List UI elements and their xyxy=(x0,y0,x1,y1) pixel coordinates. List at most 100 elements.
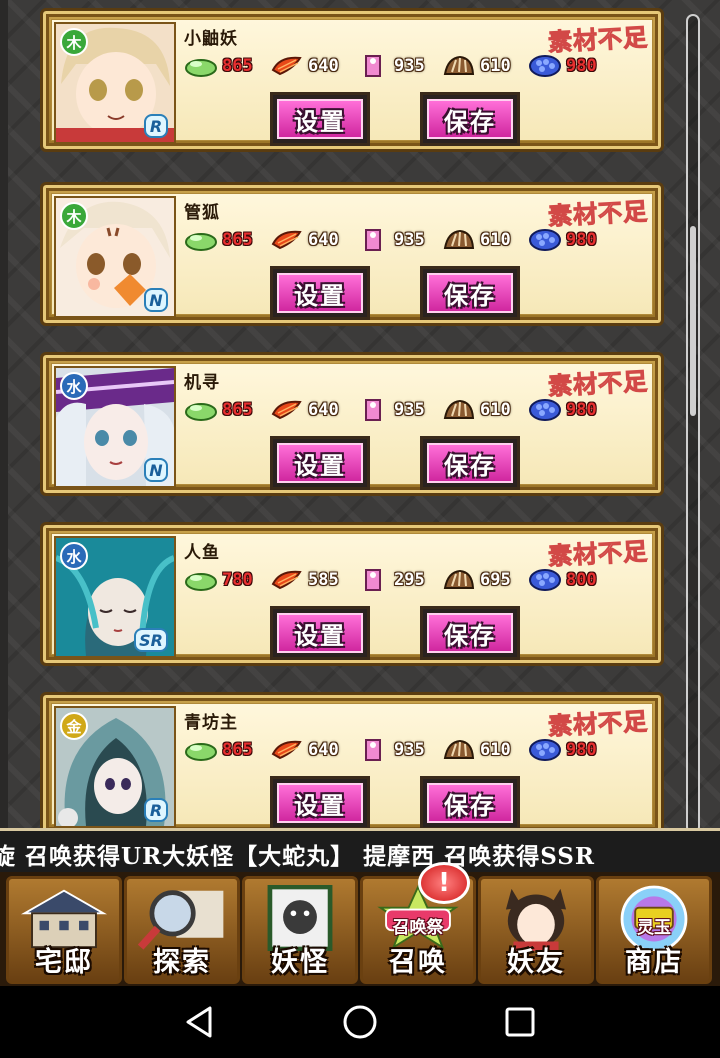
material-item: 865 xyxy=(184,738,266,762)
material-count: 980 xyxy=(566,740,597,760)
material-item: 865 xyxy=(184,54,266,78)
save-button-label: 保存 xyxy=(427,273,513,313)
material-count: 640 xyxy=(308,56,339,76)
nav-label: 探索 xyxy=(153,947,211,978)
back-icon[interactable] xyxy=(180,1002,220,1042)
blue-crystal-icon xyxy=(528,398,562,422)
home-icon[interactable] xyxy=(340,1002,380,1042)
blue-crystal-icon xyxy=(528,54,562,78)
set-button[interactable]: 设置 xyxy=(270,606,370,660)
material-item: 640 xyxy=(270,54,352,78)
pink-talisman-icon xyxy=(356,568,390,592)
nav-label: 妖怪 xyxy=(271,947,329,978)
nav-spirit-jade-orb[interactable]: 灵玉 商店 xyxy=(596,876,712,984)
save-button[interactable]: 保存 xyxy=(420,92,520,146)
bottom-nav: 宅邸 探索 妖怪 召唤祭 召唤 妖友 灵玉 商店 xyxy=(0,872,720,986)
scrollbar-thumb[interactable] xyxy=(690,226,696,416)
nav-banner: 召唤祭 xyxy=(392,918,444,938)
rarity-badge: R xyxy=(144,114,168,138)
nav-label: 商店 xyxy=(625,947,683,978)
save-button[interactable]: 保存 xyxy=(420,436,520,490)
set-button[interactable]: 设置 xyxy=(270,776,370,830)
material-item: 980 xyxy=(528,398,610,422)
attribute-icon: 木 xyxy=(60,28,88,56)
red-scale-icon xyxy=(270,54,304,78)
material-item: 610 xyxy=(442,228,524,252)
green-orb-icon xyxy=(184,738,218,762)
material-row: 865 640 935 610 980 xyxy=(184,396,614,424)
brown-shell-icon xyxy=(442,228,476,252)
material-item: 585 xyxy=(270,568,352,592)
material-count: 780 xyxy=(222,570,253,590)
formula-list[interactable]: 木 R 小鼬妖 素材不足 865 640 935 610 980 设置 保存 木 xyxy=(0,0,720,830)
rarity-badge: N xyxy=(144,458,168,482)
material-item: 640 xyxy=(270,228,352,252)
material-count: 865 xyxy=(222,56,253,76)
nav-magnifier-map[interactable]: 探索 xyxy=(124,876,240,984)
card-panel: 木 N 管狐 素材不足 865 640 935 610 980 设置 保存 xyxy=(51,193,653,320)
save-button[interactable]: 保存 xyxy=(420,266,520,320)
material-count: 935 xyxy=(394,230,425,250)
attribute-icon: 水 xyxy=(60,542,88,570)
nav-mansion[interactable]: 宅邸 xyxy=(6,876,122,984)
set-button[interactable]: 设置 xyxy=(270,266,370,320)
pink-talisman-icon xyxy=(356,738,390,762)
material-row: 865 640 935 610 980 xyxy=(184,226,614,254)
material-item: 610 xyxy=(442,54,524,78)
youkai-portrait[interactable]: 水 SR xyxy=(54,536,176,658)
card-panel: 木 R 小鼬妖 素材不足 865 640 935 610 980 设置 保存 xyxy=(51,19,653,146)
save-button-label: 保存 xyxy=(427,613,513,653)
youkai-portrait[interactable]: 木 R xyxy=(54,22,176,144)
attribute-icon: 金 xyxy=(60,712,88,740)
material-count: 980 xyxy=(566,56,597,76)
set-button[interactable]: 设置 xyxy=(270,92,370,146)
formula-card: 木 R 小鼬妖 素材不足 865 640 935 610 980 设置 保存 xyxy=(40,8,664,152)
card-panel: 水 N 机寻 素材不足 865 640 935 610 980 设置 保存 xyxy=(51,363,653,490)
announcement-ticker: 旋 召唤获得UR大妖怪【大蛇丸】 提摩西 召唤获得SSR xyxy=(0,828,720,877)
formula-card: 水 N 机寻 素材不足 865 640 935 610 980 设置 保存 xyxy=(40,352,664,496)
material-item: 935 xyxy=(356,398,438,422)
material-count: 640 xyxy=(308,740,339,760)
red-scale-icon xyxy=(270,568,304,592)
material-count: 935 xyxy=(394,56,425,76)
youkai-name: 青坊主 xyxy=(184,713,238,733)
red-scale-icon xyxy=(270,398,304,422)
material-item: 980 xyxy=(528,228,610,252)
material-item: 640 xyxy=(270,738,352,762)
recents-icon[interactable] xyxy=(500,1002,540,1042)
save-button[interactable]: 保存 xyxy=(420,606,520,660)
brown-shell-icon xyxy=(442,738,476,762)
formula-card: 水 SR 人鱼 素材不足 780 585 295 695 800 设置 保存 xyxy=(40,522,664,666)
pink-talisman-icon xyxy=(356,228,390,252)
nav-banner: 灵玉 xyxy=(637,918,671,938)
nav-scroll-monster[interactable]: 妖怪 xyxy=(242,876,358,984)
material-count: 935 xyxy=(394,740,425,760)
app-root: 木 R 小鼬妖 素材不足 865 640 935 610 980 设置 保存 木 xyxy=(0,0,720,1058)
material-count: 610 xyxy=(480,740,511,760)
material-count: 610 xyxy=(480,400,511,420)
set-button-label: 设置 xyxy=(277,613,363,653)
save-button[interactable]: 保存 xyxy=(420,776,520,830)
scrollbar[interactable] xyxy=(686,14,700,834)
material-item: 935 xyxy=(356,228,438,252)
material-item: 865 xyxy=(184,398,266,422)
youkai-name: 机寻 xyxy=(184,373,220,393)
material-count: 610 xyxy=(480,230,511,250)
summon-alert-badge: ! xyxy=(418,862,470,904)
rarity-badge: SR xyxy=(134,628,168,652)
youkai-portrait[interactable]: 木 N xyxy=(54,196,176,318)
material-item: 980 xyxy=(528,54,610,78)
brown-shell-icon xyxy=(442,398,476,422)
material-count: 640 xyxy=(308,400,339,420)
material-count: 695 xyxy=(480,570,511,590)
material-item: 610 xyxy=(442,398,524,422)
youkai-portrait[interactable]: 水 N xyxy=(54,366,176,488)
youkai-portrait[interactable]: 金 R xyxy=(54,706,176,828)
set-button-label: 设置 xyxy=(277,443,363,483)
ticker-text: 旋 召唤获得UR大妖怪【大蛇丸】 提摩西 召唤获得SSR xyxy=(0,843,596,870)
nav-catgirl-friend[interactable]: 妖友 xyxy=(478,876,594,984)
material-item: 295 xyxy=(356,568,438,592)
brown-shell-icon xyxy=(442,54,476,78)
set-button-label: 设置 xyxy=(277,99,363,139)
set-button[interactable]: 设置 xyxy=(270,436,370,490)
